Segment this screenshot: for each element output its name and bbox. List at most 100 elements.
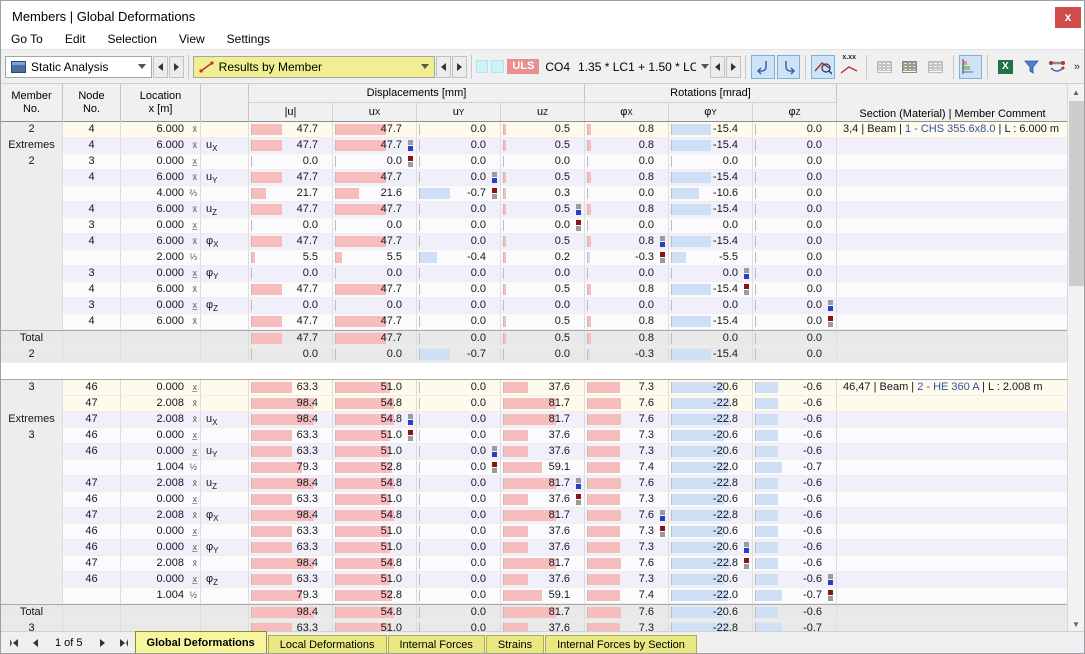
value-cell-uz[interactable]: 37.6 (501, 492, 585, 507)
value-cell-uz[interactable]: 37.6 (501, 540, 585, 555)
value-cell-px[interactable]: 0.8 (585, 122, 669, 137)
table-row[interactable]: 4 6.000 x̄ uZ 47.7 47.7 0.0 0.5 0.8 -15.4 0.0 (1, 202, 1069, 218)
value-cell-uz[interactable]: 0.5 (501, 122, 585, 137)
value-cell-uz[interactable]: 0.0 (501, 266, 585, 281)
node-cell[interactable]: 47 (63, 412, 121, 427)
value-cell-uz[interactable]: 0.5 (501, 314, 585, 329)
value-cell-ux[interactable]: 0.0 (333, 266, 417, 281)
value-cell-u[interactable]: 0.0 (249, 266, 333, 281)
section-comment-cell[interactable] (837, 282, 1069, 297)
table-row[interactable]: 47 2.008 x̄ uZ 98.4 54.8 0.0 81.7 7.6 -22.8 -0.6 (1, 476, 1069, 492)
value-cell-pz[interactable]: 0.0 (753, 218, 837, 233)
location-cell[interactable]: 2.008 x̄ (121, 508, 201, 523)
value-cell-uy[interactable]: -0.7 (417, 347, 501, 362)
location-cell[interactable]: 0.000 x̲ (121, 540, 201, 555)
value-cell-pz[interactable]: -0.6 (753, 572, 837, 587)
section-comment-cell[interactable] (837, 460, 1069, 475)
value-cell-px[interactable]: 7.6 (585, 396, 669, 411)
section-comment-cell[interactable] (837, 605, 1069, 620)
node-cell[interactable]: 46 (63, 572, 121, 587)
tab-local-deformations[interactable]: Local Deformations (267, 635, 387, 653)
value-cell-pz[interactable]: -0.7 (753, 460, 837, 475)
value-cell-pz[interactable]: 0.0 (753, 170, 837, 185)
value-cell-uy[interactable]: 0.0 (417, 331, 501, 346)
component-cell[interactable] (201, 186, 249, 201)
value-cell-uy[interactable]: 0.0 (417, 540, 501, 555)
location-cell[interactable]: 2.008 x̄ (121, 412, 201, 427)
value-cell-uy[interactable]: 0.0 (417, 428, 501, 443)
node-cell[interactable]: 47 (63, 396, 121, 411)
value-cell-uz[interactable]: 0.5 (501, 170, 585, 185)
value-cell-uz[interactable]: 0.5 (501, 282, 585, 297)
section-comment-cell[interactable] (837, 476, 1069, 491)
component-cell[interactable] (201, 282, 249, 297)
component-cell[interactable]: uX (201, 412, 249, 427)
location-cell[interactable]: 0.000 x̲ (121, 298, 201, 313)
value-cell-uz[interactable]: 81.7 (501, 605, 585, 620)
value-cell-py[interactable]: -15.4 (669, 314, 753, 329)
value-cell-uz[interactable]: 37.6 (501, 572, 585, 587)
value-cell-py[interactable]: -20.6 (669, 444, 753, 459)
value-cell-py[interactable]: -22.0 (669, 588, 753, 603)
value-cell-u[interactable]: 98.4 (249, 396, 333, 411)
value-cell-uy[interactable]: 0.0 (417, 138, 501, 153)
node-cell[interactable]: 47 (63, 556, 121, 571)
export-excel-button[interactable]: X (993, 55, 1017, 79)
location-cell[interactable]: 1.004 ½ (121, 460, 201, 475)
component-cell[interactable] (201, 250, 249, 265)
results-next-button[interactable] (451, 55, 467, 78)
member-cell[interactable] (1, 298, 63, 313)
value-cell-px[interactable]: 7.4 (585, 588, 669, 603)
table-row[interactable]: 2 4 6.000 x̄ 47.7 47.7 0.0 0.5 0.8 -15.4 0.0 3,4 | … (1, 122, 1069, 138)
table-row[interactable]: 4 6.000 x̄ uY 47.7 47.7 0.0 0.5 0.8 -15.4 0.0 (1, 170, 1069, 186)
table-row[interactable]: 3 46 0.000 x̲ 63.3 51.0 0.0 37.6 7.3 -20.6 -0.6 (1, 428, 1069, 444)
value-cell-u[interactable]: 47.7 (249, 234, 333, 249)
value-cell-u[interactable]: 47.7 (249, 122, 333, 137)
value-cell-uz[interactable]: 37.6 (501, 380, 585, 395)
member-cell[interactable] (1, 218, 63, 233)
member-cell[interactable] (1, 524, 63, 539)
location-cell[interactable]: 6.000 x̄ (121, 282, 201, 297)
value-cell-ux[interactable]: 54.8 (333, 476, 417, 491)
value-cell-u[interactable]: 63.3 (249, 492, 333, 507)
table-row[interactable]: 3 46 0.000 x̲ 63.3 51.0 0.0 37.6 7.3 -20.6 -0.6 46,… (1, 379, 1069, 396)
node-cell[interactable] (63, 605, 121, 620)
value-cell-px[interactable]: 7.3 (585, 444, 669, 459)
value-cell-uz[interactable]: 37.6 (501, 444, 585, 459)
value-cell-pz[interactable]: 0.0 (753, 331, 837, 346)
tab-internal-forces[interactable]: Internal Forces (387, 635, 485, 653)
value-cell-u[interactable]: 47.7 (249, 138, 333, 153)
value-cell-px[interactable]: 7.3 (585, 524, 669, 539)
location-cell[interactable]: 0.000 x̲ (121, 428, 201, 443)
menu-item-edit[interactable]: Edit (54, 31, 97, 49)
value-cell-py[interactable]: -15.4 (669, 122, 753, 137)
component-cell[interactable] (201, 556, 249, 571)
value-cell-uz[interactable]: 0.2 (501, 250, 585, 265)
show-result-bars-button[interactable] (958, 54, 983, 79)
value-cell-px[interactable]: -0.3 (585, 250, 669, 265)
value-cell-px[interactable]: 7.3 (585, 380, 669, 395)
value-cell-uz[interactable]: 59.1 (501, 460, 585, 475)
value-cell-py[interactable]: 0.0 (669, 266, 753, 281)
table-row[interactable]: 46 0.000 x̲ uY 63.3 51.0 0.0 37.6 7.3 -20.6 -0.6 (1, 444, 1069, 460)
value-cell-py[interactable]: -20.6 (669, 605, 753, 620)
component-cell[interactable] (201, 524, 249, 539)
location-cell[interactable]: 0.000 x̲ (121, 154, 201, 169)
value-cell-px[interactable]: -0.3 (585, 347, 669, 362)
value-cell-uy[interactable]: 0.0 (417, 556, 501, 571)
value-cell-pz[interactable]: -0.6 (753, 444, 837, 459)
value-cell-px[interactable]: 0.0 (585, 186, 669, 201)
value-cell-pz[interactable]: 0.0 (753, 314, 837, 329)
component-cell[interactable]: uZ (201, 476, 249, 491)
value-cell-px[interactable]: 0.0 (585, 218, 669, 233)
section-comment-cell[interactable] (837, 428, 1069, 443)
analysis-type-combobox[interactable]: Static Analysis (5, 55, 152, 78)
table-layout-3-button[interactable] (924, 55, 948, 79)
value-cell-uy[interactable]: -0.7 (417, 186, 501, 201)
value-cell-uy[interactable]: 0.0 (417, 588, 501, 603)
location-cell[interactable] (121, 347, 201, 362)
member-cell[interactable] (1, 540, 63, 555)
component-cell[interactable] (201, 314, 249, 329)
value-cell-px[interactable]: 7.3 (585, 428, 669, 443)
section-comment-cell[interactable] (837, 492, 1069, 507)
